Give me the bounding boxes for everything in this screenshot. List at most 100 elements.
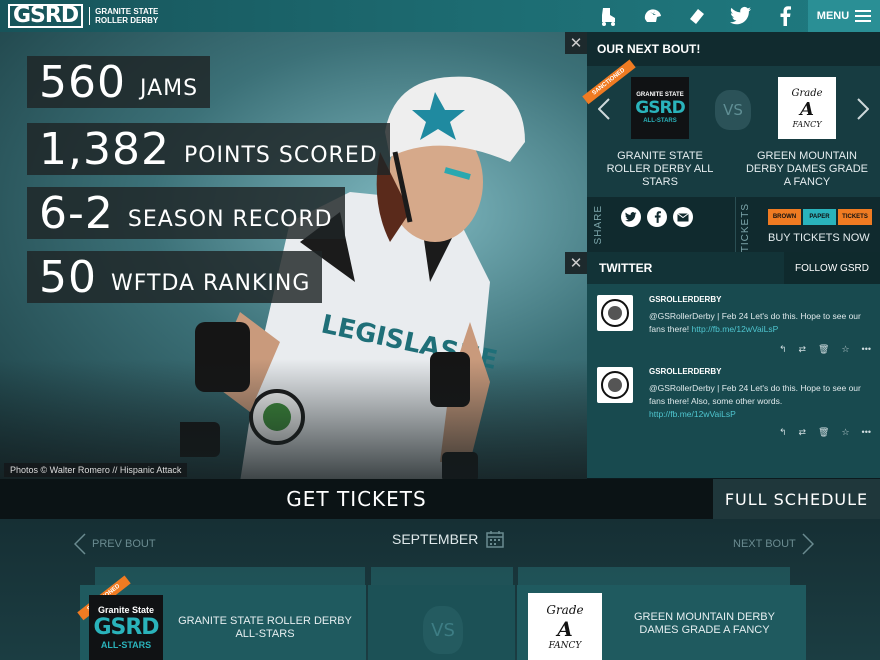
- retweet-icon[interactable]: ⇄: [798, 427, 806, 438]
- share-twitter-icon[interactable]: [621, 207, 641, 227]
- tweet-author[interactable]: GSROLLERDERBY: [649, 295, 721, 304]
- favorite-icon[interactable]: ☆: [841, 427, 849, 438]
- previous-card-stack: [371, 567, 513, 585]
- hero-photo: LEGISLASHE 560 JAMS 1,382 POINTS SCORED …: [0, 32, 587, 479]
- away-team-name: GREEN MOUNTAIN DERBY DAMES GRADE A FANCY: [745, 150, 869, 188]
- next-arrow-icon[interactable]: [856, 97, 870, 121]
- schedule-section: PREV BOUT SEPTEMBER NEXT BOUT SANCTIONED…: [0, 519, 880, 660]
- site-logo[interactable]: GSRD GRANITE STATE ROLLER DERBY: [8, 4, 158, 28]
- stat-wftda-ranking: 50 WFTDA RANKING: [27, 251, 323, 303]
- stat-number: 50: [39, 251, 97, 303]
- tweet-author[interactable]: GSROLLERDERBY: [649, 367, 721, 376]
- ticket-tag-brown: BROWN: [768, 209, 801, 225]
- stat-number: 560: [39, 56, 126, 108]
- get-tickets-button[interactable]: GET TICKETS: [0, 479, 713, 519]
- close-twitter-panel-button[interactable]: ✕: [565, 252, 587, 274]
- bout-card-away[interactable]: Grade A FANCY GREEN MOUNTAIN DERBY DAMES…: [517, 585, 806, 660]
- twitter-panel: TWITTER FOLLOW GSRD GSROLLERDERBY @GSRol…: [587, 252, 880, 478]
- away-team-logo[interactable]: Grade A FANCY: [778, 77, 836, 139]
- helmet-icon[interactable]: [631, 0, 675, 32]
- tickets-bar: GET TICKETS FULL SCHEDULE: [0, 479, 880, 519]
- previous-card-stack: [518, 567, 790, 585]
- retweet-icon[interactable]: ⇄: [798, 344, 806, 355]
- tweet-avatar[interactable]: [597, 367, 633, 403]
- calendar-icon: [486, 531, 505, 548]
- twitter-icon[interactable]: [719, 0, 763, 32]
- tweet-meta: @GSRollerDerby | Feb 24: [649, 383, 749, 393]
- stat-label: WFTDA RANKING: [111, 270, 311, 296]
- home-team-name: GRANITE STATE ROLLER DERBY ALL-STARS: [178, 615, 352, 640]
- stat-points-scored: 1,382 POINTS SCORED: [27, 123, 390, 175]
- share-facebook-icon[interactable]: [647, 207, 667, 227]
- prev-bout-label: PREV BOUT: [92, 538, 156, 550]
- logo-mark: GSRD: [8, 4, 84, 28]
- photo-credit: Photos © Walter Romero // Hispanic Attac…: [4, 463, 188, 477]
- month-selector[interactable]: SEPTEMBER: [392, 530, 505, 548]
- home-team-name: GRANITE STATE ROLLER DERBY ALL STARS: [606, 150, 714, 188]
- skate-icon[interactable]: [587, 0, 631, 32]
- next-bout-link[interactable]: NEXT BOUT: [733, 533, 814, 555]
- vs-badge: VS: [711, 88, 755, 132]
- hero-floor-shadow: [0, 359, 587, 479]
- away-logo-line-2: A: [800, 98, 814, 120]
- close-bout-panel-button[interactable]: ✕: [565, 32, 587, 54]
- home-logo-line-2: GSRD: [635, 98, 685, 118]
- away-logo-line-3: FANCY: [792, 119, 822, 129]
- stat-jams: 560 JAMS: [27, 56, 211, 108]
- tweet-actions: ↰ ⇄ 🗑 ☆ •••: [779, 344, 871, 355]
- logo-line-2: ROLLER DERBY: [95, 16, 159, 25]
- bout-card-home[interactable]: SANCTIONED Granite State GSRD ALL-STARS …: [77, 575, 366, 660]
- vs-label: VS: [431, 619, 455, 641]
- tweet-actions: ↰ ⇄ 🗑 ☆ •••: [779, 427, 871, 438]
- prev-arrow-icon[interactable]: [597, 97, 611, 121]
- logo-wordmark: GRANITE STATE ROLLER DERBY: [89, 7, 158, 25]
- stat-season-record: 6-2 SEASON RECORD: [27, 187, 345, 239]
- tweet-item: GSROLLERDERBY @GSRollerDerby | Feb 24 Le…: [597, 367, 871, 437]
- next-bout-label: NEXT BOUT: [733, 538, 796, 550]
- tweet-link[interactable]: http://fb.me/12wVaiLsP: [692, 324, 779, 334]
- tweet-avatar[interactable]: [597, 295, 633, 331]
- more-icon[interactable]: •••: [862, 344, 871, 355]
- previous-card-stack: [95, 567, 365, 585]
- tweet-link[interactable]: http://fb.me/12wVaiLsP: [649, 409, 736, 419]
- share-email-icon[interactable]: [673, 207, 693, 227]
- home-logo-line-1: Granite State: [97, 605, 155, 615]
- away-logo-line-1: Grade: [791, 87, 823, 99]
- top-navigation-bar: GSRD GRANITE STATE ROLLER DERBY MENU: [0, 0, 880, 32]
- facebook-icon[interactable]: [763, 0, 807, 32]
- away-logo-line-2: A: [557, 616, 573, 641]
- vs-label: VS: [723, 101, 743, 119]
- away-team-name: GREEN MOUNTAIN DERBY DAMES GRADE A FANCY: [634, 611, 775, 636]
- home-team-logo: Granite State GSRD ALL-STARS: [89, 595, 163, 660]
- prev-bout-link[interactable]: PREV BOUT: [74, 533, 156, 555]
- away-logo-line-3: FANCY: [548, 640, 582, 651]
- delete-icon[interactable]: 🗑: [818, 427, 829, 438]
- delete-icon[interactable]: 🗑: [818, 344, 829, 355]
- home-logo-line-2: GSRD: [93, 615, 159, 640]
- reply-icon[interactable]: ↰: [779, 344, 787, 355]
- bout-card-vs: VS: [368, 585, 515, 660]
- chevron-right-icon: [802, 533, 814, 555]
- favorite-icon[interactable]: ☆: [841, 344, 849, 355]
- ticket-icon[interactable]: [675, 0, 719, 32]
- full-schedule-button[interactable]: FULL SCHEDULE: [713, 479, 880, 519]
- stat-label: JAMS: [139, 75, 199, 101]
- tweet-meta: @GSRollerDerby | Feb 24: [649, 311, 749, 321]
- stat-number: 6-2: [39, 187, 114, 239]
- menu-button[interactable]: MENU: [808, 0, 880, 32]
- home-logo-line-3: ALL-STARS: [100, 640, 152, 650]
- home-team-logo[interactable]: GRANITE STATE GSRD ALL-STARS: [631, 77, 689, 139]
- vs-badge: VS: [418, 605, 468, 655]
- share-tickets-bar: SHARE TICKETS BROWN PAPER TICKETS BUY TI…: [587, 197, 880, 252]
- more-icon[interactable]: •••: [862, 427, 871, 438]
- follow-gsrd-button[interactable]: FOLLOW GSRD: [784, 252, 880, 284]
- month-label: SEPTEMBER: [392, 531, 479, 547]
- ticket-tag-paper: PAPER: [803, 209, 836, 225]
- stat-number: 1,382: [39, 123, 170, 175]
- away-logo-line-1: Grade: [546, 602, 584, 617]
- away-team-logo: Grade A FANCY: [528, 593, 602, 660]
- buy-tickets-button[interactable]: BUY TICKETS NOW: [768, 232, 870, 244]
- tickets-label: TICKETS: [740, 203, 751, 253]
- reply-icon[interactable]: ↰: [779, 427, 787, 438]
- home-logo-line-3: ALL-STARS: [643, 118, 677, 124]
